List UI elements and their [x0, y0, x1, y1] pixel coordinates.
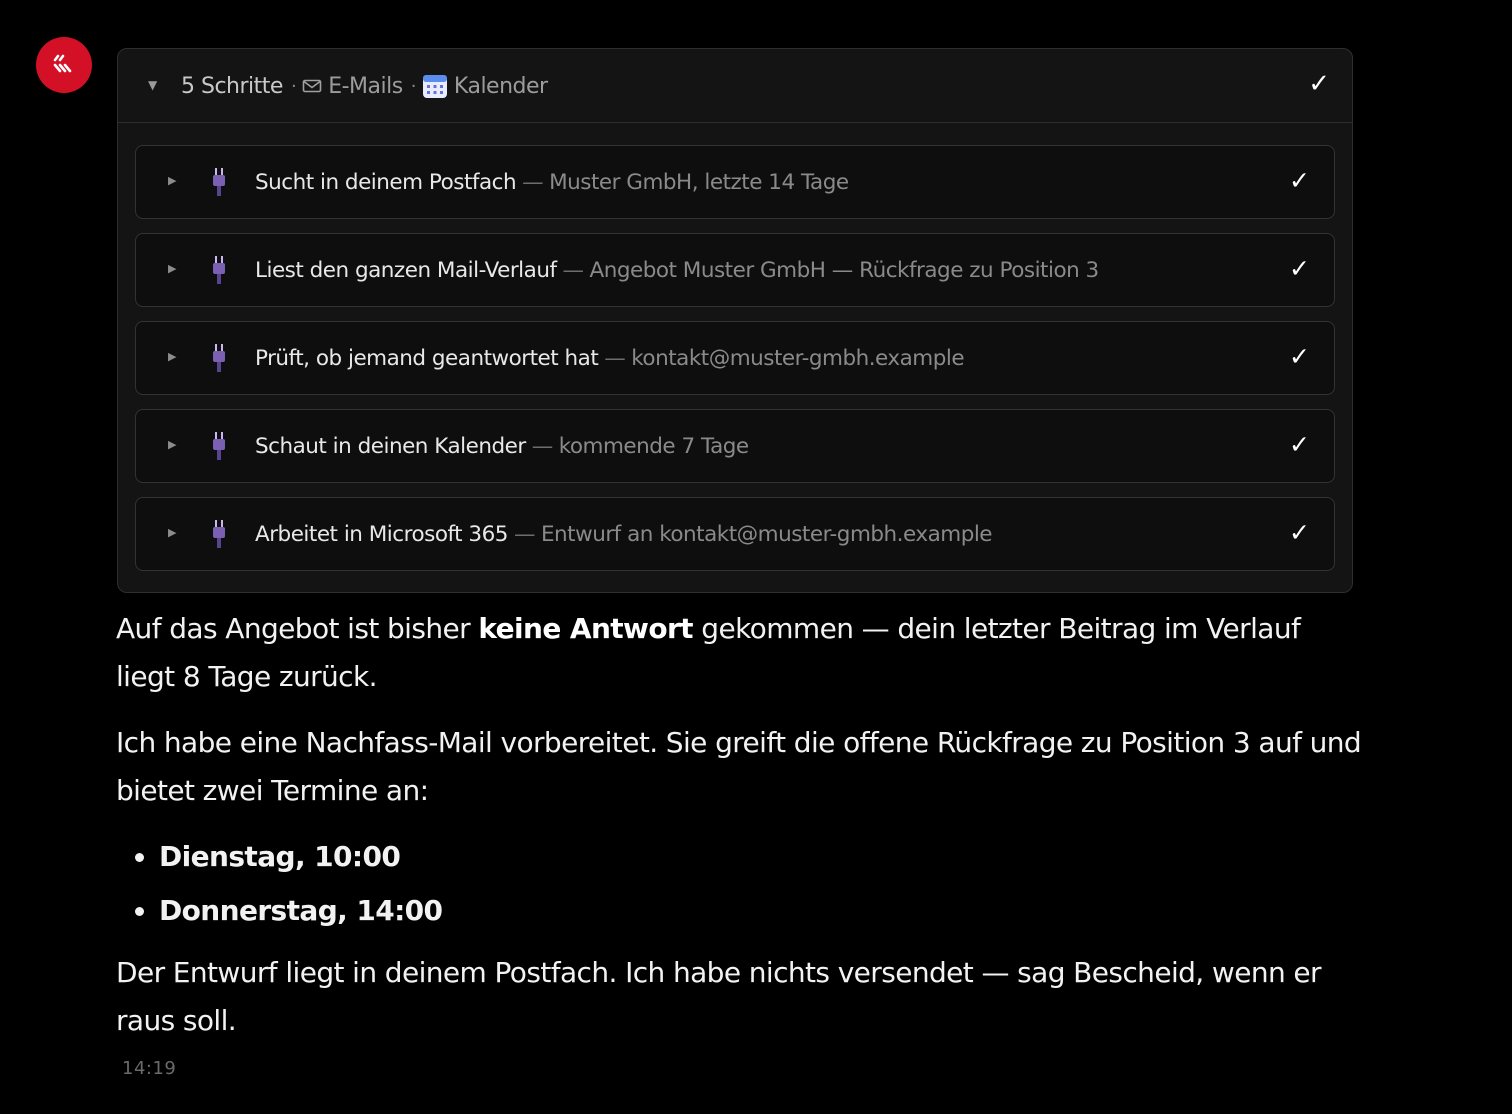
step-separator: — [513, 521, 536, 547]
appointment-option: Dienstag, 10:00 [159, 833, 1366, 881]
step-detail: kommende 7 Tage [558, 433, 749, 459]
chip-emails: E-Mails [302, 74, 403, 99]
step-done-check-icon: ✓ [1289, 518, 1310, 547]
step-text: Arbeitet in Microsoft 365 — Entwurf an k… [255, 498, 993, 570]
step-separator: — [531, 433, 554, 459]
message-paragraph-3: Der Entwurf liegt in deinem Postfach. Ic… [116, 956, 1322, 1037]
step-row[interactable]: ▶ Sucht in deinem Postfach — Muster GmbH… [135, 145, 1335, 219]
step-detail: Entwurf an kontakt@muster-gmbh.example [540, 521, 993, 547]
step-action: Arbeitet in Microsoft 365 [255, 521, 508, 547]
message-paragraph-2: Ich habe eine Nachfass-Mail vorbereitet.… [116, 726, 1362, 807]
steps-count: 5 Schritte [181, 73, 283, 99]
plug-icon [213, 520, 225, 548]
step-action: Sucht in deinem Postfach [255, 169, 517, 195]
expand-caret-icon[interactable]: ▶ [168, 526, 176, 539]
step-done-check-icon: ✓ [1289, 254, 1310, 283]
message-text: Auf das Angebot ist bisher [116, 612, 479, 645]
assistant-avatar [36, 37, 92, 93]
expand-caret-icon[interactable]: ▶ [168, 174, 176, 187]
step-text: Schaut in deinen Kalender — kommende 7 T… [255, 410, 749, 482]
step-separator: — [604, 345, 626, 371]
step-done-check-icon: ✓ [1289, 166, 1310, 195]
plug-icon [213, 344, 225, 372]
step-action: Liest den ganzen Mail-Verlauf [255, 257, 557, 283]
step-detail: Muster GmbH, letzte 14 Tage [549, 169, 849, 195]
step-detail: Angebot Muster GmbH — Rückfrage zu Posit… [589, 257, 1100, 283]
step-done-check-icon: ✓ [1289, 342, 1310, 371]
appointment-options-list: Dienstag, 10:00 Donnerstag, 14:00 [116, 833, 1366, 935]
step-text: Prüft, ob jemand geantwortet hat — konta… [255, 322, 965, 394]
steps-summary: 5 Schritte · E-Mails · Kalender [181, 49, 548, 123]
step-row[interactable]: ▶ Liest den ganzen Mail-Verlauf — Angebo… [135, 233, 1335, 307]
chip-emails-label: E-Mails [328, 73, 403, 99]
brand-logo-icon [53, 54, 72, 73]
step-action: Prüft, ob jemand geantwortet hat [255, 345, 599, 371]
separator-dot: · [290, 75, 297, 97]
expand-caret-icon[interactable]: ▶ [168, 262, 176, 275]
separator-dot: · [410, 75, 417, 97]
assistant-message: Auf das Angebot ist bisher keine Antwort… [116, 605, 1366, 1063]
appointment-option: Donnerstag, 14:00 [159, 887, 1366, 935]
chip-calendar: Kalender [422, 73, 548, 99]
collapse-caret-icon[interactable]: ▼ [148, 78, 157, 92]
message-paragraph-1: Auf das Angebot ist bisher keine Antwort… [116, 605, 1366, 701]
step-detail: kontakt@muster-gmbh.example [631, 345, 965, 371]
step-separator: — [522, 169, 544, 195]
plug-icon [213, 168, 225, 196]
step-row[interactable]: ▶ Schaut in deinen Kalender — kommende 7… [135, 409, 1335, 483]
expand-caret-icon[interactable]: ▶ [168, 350, 176, 363]
mail-icon [302, 79, 322, 93]
step-row[interactable]: ▶ Arbeitet in Microsoft 365 — Entwurf an… [135, 497, 1335, 571]
chip-calendar-label: Kalender [453, 73, 548, 99]
panel-done-check-icon: ✓ [1308, 69, 1330, 99]
step-row[interactable]: ▶ Prüft, ob jemand geantwortet hat — kon… [135, 321, 1335, 395]
step-text: Liest den ganzen Mail-Verlauf — Angebot … [255, 234, 1099, 306]
plug-icon [213, 256, 225, 284]
steps-panel: ▼ 5 Schritte · E-Mails · Kalender ✓ ▶ Su… [117, 48, 1353, 593]
message-emphasis: keine Antwort [478, 612, 693, 645]
step-separator: — [562, 257, 585, 283]
step-action: Schaut in deinen Kalender [255, 433, 526, 459]
step-done-check-icon: ✓ [1289, 430, 1310, 459]
steps-panel-header[interactable]: ▼ 5 Schritte · E-Mails · Kalender ✓ [118, 49, 1352, 123]
expand-caret-icon[interactable]: ▶ [168, 438, 176, 451]
message-timestamp: 14:19 [122, 1058, 177, 1079]
step-text: Sucht in deinem Postfach — Muster GmbH, … [255, 146, 849, 218]
plug-icon [213, 432, 225, 460]
calendar-icon [422, 75, 447, 98]
